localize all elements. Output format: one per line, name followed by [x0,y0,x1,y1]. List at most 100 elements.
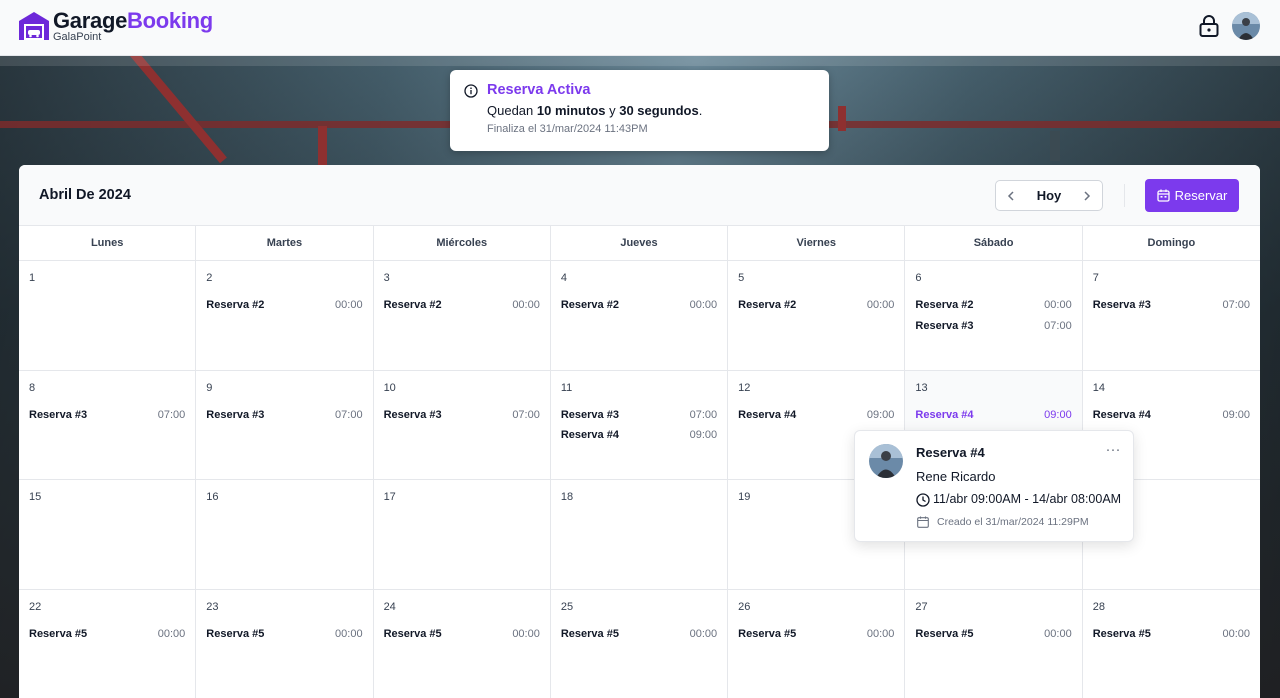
day-cell[interactable]: 23 Reserva #5 00:00 [196,589,374,698]
day-cell[interactable]: 6 Reserva #2 00:00 Reserva #3 07:00 [905,261,1083,371]
day-cell[interactable]: 25 Reserva #5 00:00 [551,589,729,698]
event-time: 07:00 [689,408,718,421]
day-number: 11 [560,381,573,394]
reservation-event[interactable]: Reserva #3 07:00 [384,409,540,421]
event-time: 07:00 [335,408,363,421]
reservation-event[interactable]: Reserva #5 00:00 [561,628,717,640]
reservation-event[interactable]: Reserva #2 00:00 [206,299,362,311]
event-time: 09:00 [866,408,895,421]
day-cell[interactable]: 28 Reserva #5 00:00 [1083,590,1260,698]
brand-name[interactable]: GarageBooking [53,9,213,33]
month-title: Abril De 2024 [39,187,131,203]
reservation-event[interactable]: Reserva #2 00:00 [738,299,894,311]
day-number: 15 [29,491,42,503]
pipe-decoration [318,126,327,166]
day-cell[interactable]: 10 Reserva #3 07:00 [373,370,551,480]
brand-subtitle: GalaPoint [53,31,102,43]
reservation-event[interactable]: Reserva #5 00:00 [915,628,1071,640]
reservation-event[interactable]: Reserva #4 09:00 [1093,409,1250,421]
event-time: 07:00 [512,408,540,421]
day-cell[interactable]: 3 Reserva #2 00:00 [373,261,551,371]
popover-created-date: Creado el 31/mar/2024 11:29PM [937,516,1089,528]
day-cell[interactable]: 15 [19,480,197,590]
reservation-event[interactable]: Reserva #2 00:00 [384,299,540,311]
calendar-icon [917,516,929,528]
day-cell[interactable]: 7 Reserva #3 07:00 [1082,261,1260,371]
reservation-event[interactable]: Reserva #3 07:00 [561,409,717,421]
day-cell[interactable]: 16 [196,480,374,590]
reservation-event[interactable]: Reserva #5 00:00 [384,628,540,640]
day-events: Reserva #2 00:00 [384,299,540,311]
day-number: 2 [206,272,213,284]
event-name: Reserva #2 [738,299,797,311]
event-name: Reserva #5 [560,627,619,640]
today-button[interactable]: Hoy [1026,181,1072,210]
day-cell[interactable]: 1 [19,261,197,371]
day-number: 12 [738,381,751,394]
reservation-event[interactable]: Reserva #4 09:00 [561,429,717,441]
day-number: 8 [29,381,36,394]
event-time: 00:00 [866,627,895,640]
day-number: 26 [738,600,751,613]
reservation-event[interactable]: Reserva #3 07:00 [1093,299,1250,311]
reservation-event[interactable]: Reserva #2 00:00 [561,299,717,311]
day-cell[interactable]: 5 Reserva #2 00:00 [728,261,906,371]
day-number: 25 [560,600,574,613]
day-events: Reserva #4 09:00 [738,409,894,421]
reserve-button[interactable]: Reservar [1145,179,1239,212]
day-cell[interactable]: 18 [550,480,729,590]
event-name: Reserva #5 [1092,627,1151,640]
reservation-event[interactable]: Reserva #3 07:00 [915,320,1071,332]
reservation-event[interactable]: Reserva #4 09:00 [915,409,1071,421]
lock-icon[interactable] [1198,14,1220,38]
event-name: Reserva #5 [915,627,974,640]
chevron-right-icon [1084,190,1091,201]
reservation-event[interactable]: Reserva #5 00:00 [1093,628,1250,640]
reservation-event[interactable]: Reserva #4 09:00 [738,409,894,421]
day-cell[interactable]: 8 Reserva #3 07:00 [19,370,197,480]
day-cell[interactable]: 24 Reserva #5 00:00 [374,589,551,698]
event-time: 00:00 [1044,627,1072,640]
weekday-header: Martes [196,226,374,260]
event-time: 00:00 [689,627,718,640]
reservation-event[interactable]: Reserva #5 00:00 [29,628,185,640]
day-cell[interactable]: 26 Reserva #5 00:00 [728,589,906,698]
day-events: Reserva #2 00:00 [738,299,894,311]
day-cell[interactable]: 27 Reserva #5 00:00 [905,589,1083,698]
day-cell[interactable]: 22 Reserva #5 00:00 [19,589,197,698]
reservation-event[interactable]: Reserva #5 00:00 [206,628,362,640]
pipe-decoration [1050,131,1060,161]
reservation-event[interactable]: Reserva #5 00:00 [738,628,894,640]
day-cell[interactable]: 4 Reserva #2 00:00 [550,261,729,371]
day-number: 14 [1092,381,1105,394]
day-events: Reserva #3 07:00 [206,409,362,421]
event-time: 00:00 [512,627,540,640]
day-cell[interactable]: 11 Reserva #3 07:00 Reserva #4 09:00 [550,370,729,480]
event-time: 00:00 [1222,627,1250,640]
day-number: 5 [738,272,745,284]
reservation-event[interactable]: Reserva #2 00:00 [915,299,1071,311]
event-name: Reserva #3 [383,408,442,421]
day-number: 4 [560,272,567,284]
day-number: 9 [206,381,213,394]
day-number: 7 [1092,272,1099,284]
countdown-prefix: Quedan [487,103,537,118]
day-events: Reserva #3 07:00 [384,409,540,421]
day-number: 13 [915,381,928,394]
countdown-joiner: y [605,103,620,118]
event-time: 00:00 [335,299,363,311]
day-cell[interactable]: 9 Reserva #3 07:00 [196,370,374,480]
day-cell[interactable]: 17 [373,480,551,590]
reservation-event[interactable]: Reserva #3 07:00 [206,409,362,421]
reservation-event[interactable]: Reserva #3 07:00 [29,409,185,421]
prev-month-button[interactable] [996,181,1026,210]
day-number: 17 [383,491,396,503]
event-time: 09:00 [1222,408,1250,421]
reserve-button-label: Reservar [1174,188,1228,203]
day-cell[interactable]: 2 Reserva #2 00:00 [196,261,374,371]
user-avatar[interactable] [1232,12,1260,40]
next-month-button[interactable] [1072,181,1102,210]
garage-logo-icon[interactable] [18,11,50,41]
more-options-button[interactable]: ··· [1103,442,1123,461]
day-events: Reserva #3 07:00 [29,409,185,421]
